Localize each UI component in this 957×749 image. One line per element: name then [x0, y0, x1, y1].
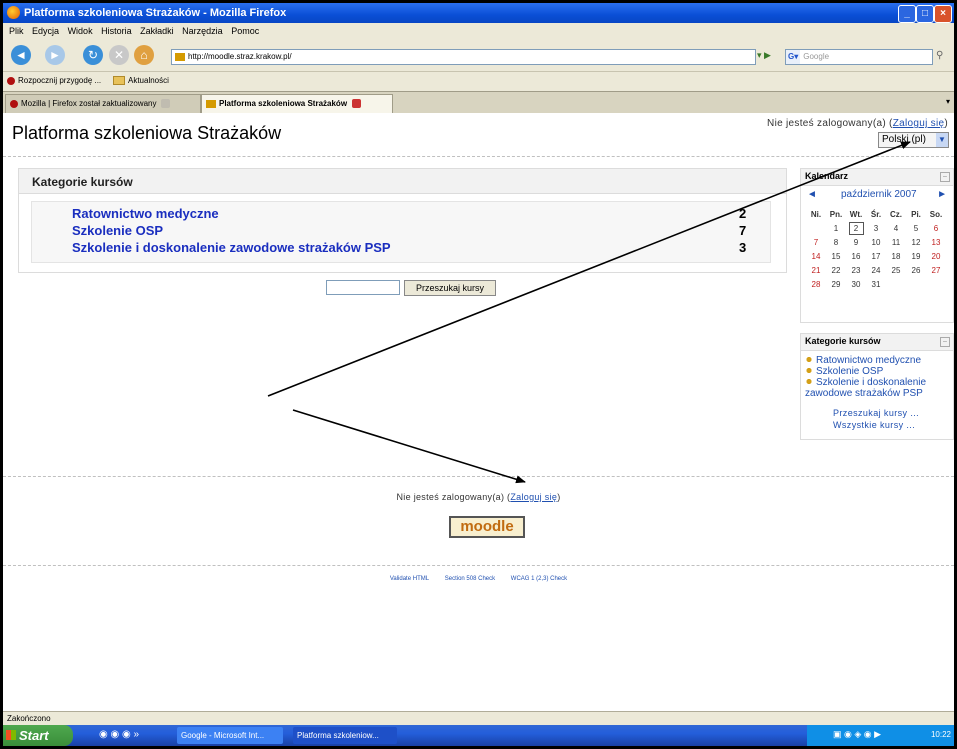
title-bar: Platforma szkoleniowa Strażaków - Mozill…: [3, 3, 954, 23]
bookmark-label: Aktualności: [128, 76, 169, 85]
bookmark-rozpocznij[interactable]: Rozpocznij przygodę ...: [7, 76, 101, 85]
task-label: Platforma szkoleniow...: [297, 731, 379, 740]
menu-widok[interactable]: Widok: [68, 26, 93, 36]
status-text: Zakończono: [7, 714, 51, 723]
tab-list-arrow-icon[interactable]: ▾: [946, 97, 950, 106]
task-platforma[interactable]: Platforma szkoleniow...: [293, 727, 397, 744]
go-button[interactable]: ▾ ▶: [757, 50, 771, 61]
firefox-tab-icon: [10, 99, 18, 108]
bookmarks-toolbar: Rozpocznij przygodę ... Aktualności: [3, 71, 954, 90]
tab-close-icon[interactable]: [352, 99, 362, 109]
tab-label: Mozilla | Firefox został zaktualizowany: [21, 99, 157, 108]
maximize-button[interactable]: □: [916, 5, 934, 23]
status-bar: Zakończono: [3, 711, 954, 726]
start-label: Start: [19, 728, 49, 743]
taskbar: Start ◉ ◉ ◉ » Google - Microsoft Int... …: [3, 725, 954, 746]
stop-icon[interactable]: ✕: [109, 45, 129, 65]
annotation-arrows: [267, 141, 911, 484]
menu-plik[interactable]: Plik: [9, 26, 24, 36]
tab-firefox-updated[interactable]: Mozilla | Firefox został zaktualizowany: [5, 94, 201, 113]
tab-platforma[interactable]: Platforma szkoleniowa Strażaków: [201, 94, 393, 113]
reload-icon[interactable]: ↻: [83, 45, 103, 65]
system-tray: ▣ ◉ ◈ ◉ ▶ 10:22: [807, 725, 954, 746]
firefox-icon: [7, 6, 20, 19]
search-engine-placeholder: Google: [803, 52, 830, 61]
bookmark-label: Rozpocznij przygodę ...: [18, 76, 102, 85]
windows-logo-icon: [6, 730, 16, 740]
start-button[interactable]: Start: [3, 725, 73, 746]
firefox-bookmark-icon: [7, 76, 15, 85]
browser-window: Platforma szkoleniowa Strażaków - Mozill…: [3, 3, 954, 746]
address-url: http://moodle.straz.krakow.pl/: [188, 52, 292, 61]
site-favicon: [175, 52, 185, 61]
google-icon[interactable]: G▾: [786, 50, 801, 64]
address-bar[interactable]: http://moodle.straz.krakow.pl/: [171, 49, 756, 65]
forward-arrow-icon[interactable]: ►: [45, 45, 65, 65]
tab-bar: Mozilla | Firefox został zaktualizowany …: [3, 91, 954, 114]
clock: 10:22: [930, 730, 951, 739]
folder-icon: [113, 76, 125, 86]
menu-zakladki[interactable]: Zakładki: [140, 26, 174, 36]
back-arrow-icon[interactable]: ◄: [11, 45, 31, 65]
search-engine-box[interactable]: G▾ Google: [785, 49, 933, 65]
arrow-to-header-login: [267, 141, 911, 397]
task-label: Google - Microsoft Int...: [181, 731, 265, 740]
task-google[interactable]: Google - Microsoft Int...: [177, 727, 283, 744]
menu-narzedzia[interactable]: Narzędzia: [182, 26, 223, 36]
tab-label: Platforma szkoleniowa Strażaków: [219, 99, 348, 108]
home-icon[interactable]: ⌂: [134, 45, 154, 65]
menu-edycja[interactable]: Edycja: [32, 26, 59, 36]
page-content: Platforma szkoleniowa Strażaków Nie jest…: [3, 113, 954, 711]
window-title: Platforma szkoleniowa Strażaków - Mozill…: [24, 7, 287, 19]
navigation-toolbar: ◄ ► ↻ ✕ ⌂ http://moodle.straz.krakow.pl/…: [3, 40, 954, 70]
close-button[interactable]: ×: [934, 5, 952, 23]
menu-historia[interactable]: Historia: [101, 26, 132, 36]
quick-launch-icons[interactable]: ◉ ◉ ◉ »: [99, 729, 139, 740]
menu-pomoc[interactable]: Pomoc: [231, 26, 259, 36]
minimize-button[interactable]: _: [898, 5, 916, 23]
magnifier-icon[interactable]: ⚲: [936, 50, 943, 61]
tab-close-icon[interactable]: [161, 99, 171, 109]
menu-bar: Plik Edycja Widok Historia Zakładki Narz…: [3, 23, 954, 39]
arrow-to-footer-login: [292, 409, 526, 484]
tray-icons[interactable]: ▣ ◉ ◈ ◉ ▶: [833, 729, 881, 740]
moodle-tab-icon: [206, 99, 216, 108]
bookmark-aktualnosci[interactable]: Aktualności: [113, 76, 169, 86]
